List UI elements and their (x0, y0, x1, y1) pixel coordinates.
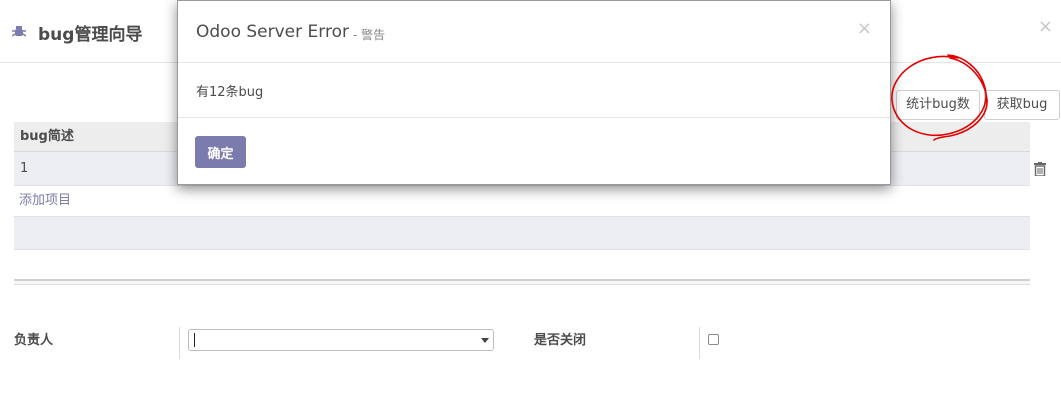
dialog-subtitle: - 警告 (353, 28, 386, 42)
wizard-close-icon[interactable]: × (1038, 16, 1053, 37)
text-cursor (194, 333, 195, 347)
table-empty-row (14, 216, 1030, 250)
closed-label: 是否关闭 (534, 333, 587, 348)
table-cell: 1 (20, 161, 29, 176)
bug-icon (12, 26, 26, 37)
dialog-message: 有12条bug (196, 85, 264, 100)
trash-icon[interactable] (1034, 162, 1046, 176)
owner-label: 负责人 (14, 333, 54, 348)
field-divider (699, 327, 700, 359)
get-bugs-button[interactable]: 获取bug (984, 90, 1060, 120)
dialog-header: Odoo Server Error - 警告 × (178, 1, 890, 63)
closed-checkbox[interactable] (708, 334, 719, 345)
chevron-down-icon[interactable] (481, 338, 489, 343)
dialog-footer: 确定 (178, 117, 890, 186)
field-divider (179, 327, 180, 359)
count-bugs-button[interactable]: 统计bug数 (896, 90, 980, 120)
dialog-title: Odoo Server Error (196, 22, 349, 42)
server-error-dialog: Odoo Server Error - 警告 × 有12条bug 确定 (177, 0, 891, 185)
wizard-title: bug管理向导 (38, 25, 143, 45)
section-divider (14, 279, 1030, 285)
owner-select[interactable] (188, 329, 494, 351)
ok-button[interactable]: 确定 (195, 136, 246, 168)
add-item-link[interactable]: 添加项目 (14, 186, 1030, 216)
close-icon[interactable]: × (857, 18, 872, 39)
